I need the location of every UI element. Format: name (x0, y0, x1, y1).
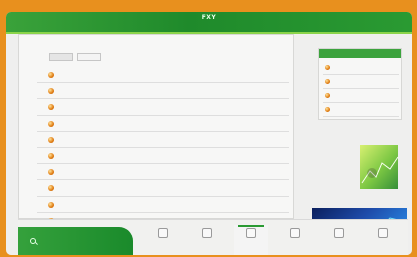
promo-banner-1[interactable] (310, 139, 400, 195)
bullet-icon (325, 93, 330, 98)
tab-2[interactable] (77, 53, 101, 61)
nav-item-5[interactable] (322, 225, 356, 255)
filter-tabs (49, 53, 101, 61)
bottom-navigation (18, 219, 408, 255)
list-item[interactable] (37, 180, 289, 197)
bullet-icon (48, 185, 54, 192)
nav-icon (202, 228, 212, 238)
news-box (318, 48, 402, 120)
app-window: FXY (6, 12, 412, 255)
nav-icon (158, 228, 168, 238)
nav-icon (246, 228, 256, 238)
list-item[interactable] (37, 164, 289, 181)
list-item[interactable] (37, 197, 289, 213)
nav-item-3[interactable] (234, 225, 268, 255)
nav-item-4[interactable] (278, 225, 312, 255)
news-item[interactable] (323, 103, 399, 117)
bullet-icon (325, 65, 330, 70)
nav-icon (334, 228, 344, 238)
promo-graphic-1 (360, 145, 399, 189)
nav-icon (378, 228, 388, 238)
news-item[interactable] (323, 61, 399, 75)
list-item[interactable] (37, 83, 289, 100)
list-item[interactable] (37, 67, 289, 84)
nav-icon (290, 228, 300, 238)
bullet-icon (48, 120, 54, 127)
list-item[interactable] (37, 148, 289, 165)
news-header (319, 49, 401, 58)
list-item[interactable] (37, 132, 289, 148)
list-item[interactable] (37, 116, 289, 132)
list-item[interactable] (37, 99, 289, 116)
tab-1[interactable] (49, 53, 73, 61)
bullet-icon (48, 136, 54, 143)
search-button[interactable] (18, 227, 133, 255)
command-list (37, 67, 289, 229)
news-item[interactable] (323, 89, 399, 103)
nav-item-2[interactable] (190, 225, 224, 255)
app-title: FXY (201, 14, 217, 21)
news-item[interactable] (323, 75, 399, 89)
bullet-icon (48, 104, 54, 111)
search-icon (30, 238, 36, 244)
nav-item-1[interactable] (146, 225, 180, 255)
bullet-icon (325, 79, 330, 84)
bullet-icon (325, 107, 330, 112)
right-sidebar: STOCK FOCUS (300, 34, 412, 255)
bullet-icon (48, 88, 54, 95)
main-panel (18, 34, 294, 229)
bullet-icon (48, 152, 54, 159)
bullet-icon (48, 169, 54, 176)
nav-item-6[interactable] (366, 225, 400, 255)
bullet-icon (48, 201, 54, 208)
title-bar: FXY (6, 12, 412, 34)
bullet-icon (48, 72, 54, 78)
news-list (323, 61, 399, 117)
